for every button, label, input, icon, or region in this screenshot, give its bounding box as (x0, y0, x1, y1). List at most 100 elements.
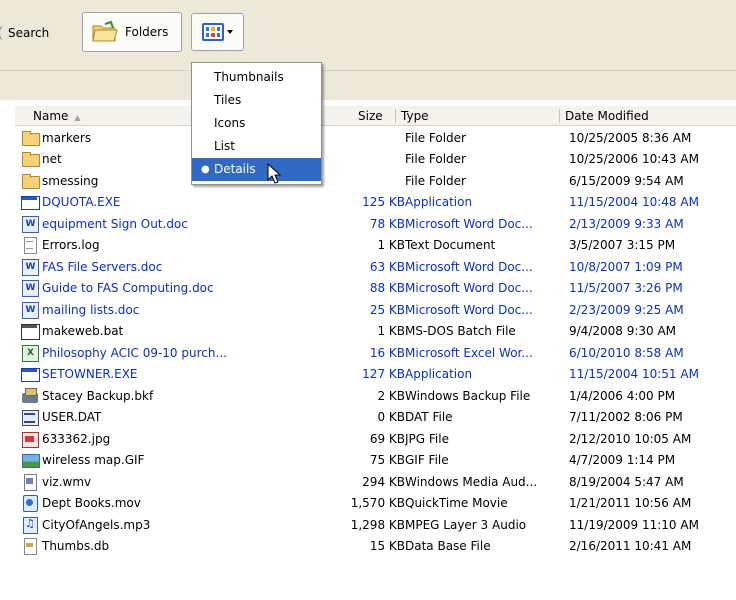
file-date-modified: 3/5/2007 3:15 PM (569, 238, 676, 253)
column-type[interactable]: Type (395, 106, 559, 126)
search-label: Search (8, 26, 50, 40)
file-name-cell: makeweb.bat (21, 323, 124, 341)
file-name: Errors.log (42, 238, 100, 253)
file-type: Microsoft Word Doc... (405, 281, 533, 296)
file-list: markers File Folder 10/25/2005 8:36 AM net F… (15, 127, 736, 557)
file-date-modified: 10/25/2006 10:43 AM (569, 152, 699, 167)
file-type: Microsoft Word Doc... (405, 302, 533, 317)
batch-file-icon (21, 323, 40, 341)
file-name: Philosophy ACIC 09-10 purch... (42, 345, 227, 360)
column-size[interactable]: Size (358, 106, 383, 126)
file-row[interactable]: DQUOTA.EXE 125 KB Application 11/15/2004 10… (15, 192, 736, 214)
folders-button[interactable]: Folders (82, 12, 182, 52)
toolbar: Search Folders (0, 0, 736, 70)
views-menu-item-details[interactable]: ● Details (192, 158, 321, 181)
file-size: 127 KB (362, 367, 405, 382)
file-name: viz.wmv (42, 474, 92, 489)
file-size: 69 KB (369, 431, 405, 446)
file-size: 1 KB (377, 324, 405, 339)
file-row[interactable]: smessing File Folder 6/15/2009 9:54 AM (15, 170, 736, 192)
exe-icon (21, 194, 40, 211)
column-size-divider (395, 109, 396, 123)
file-name-cell: Dept Books.mov (21, 495, 141, 513)
file-row[interactable]: markers File Folder 10/25/2005 8:36 AM (15, 127, 736, 149)
file-name-cell: mailing lists.doc (21, 301, 139, 319)
sort-ascending-icon: ▲ (74, 113, 81, 122)
file-name-cell: USER.DAT (21, 409, 101, 427)
file-row[interactable]: Thumbs.db 15 KB Data Base File 2/16/2011 10… (15, 536, 736, 558)
folder-icon (21, 173, 40, 189)
file-row[interactable]: equipment Sign Out.doc 78 KBMicrosoft Wor… (15, 213, 736, 235)
file-date-modified: 2/23/2009 9:25 AM (569, 302, 684, 317)
file-row[interactable]: makeweb.bat 1 KB MS-DOS Batch File 9/4/2008… (15, 321, 736, 343)
file-name-cell: Errors.log (21, 237, 100, 255)
file-type: Data Base File (405, 539, 491, 554)
file-row[interactable]: Philosophy ACIC 09-10 purch... 16 KBMicro… (15, 342, 736, 364)
file-size: 1,298 KB (350, 517, 405, 532)
file-row[interactable]: Dept Books.mov 1,570 KB QuickTime Movie 1/2… (15, 493, 736, 515)
file-row[interactable]: mailing lists.doc 25 KBMicrosoft Word Doc… (15, 299, 736, 321)
jpg-icon (21, 431, 39, 448)
views-menu-item-thumbnails[interactable]: Thumbnails (192, 66, 321, 89)
file-date-modified: 7/11/2002 8:06 PM (569, 410, 683, 425)
file-name-cell: SETOWNER.EXE (21, 366, 138, 383)
file-date-modified: 6/10/2010 8:58 AM (569, 345, 684, 360)
views-menu-item-tiles[interactable]: Tiles (192, 89, 321, 112)
selected-bullet-icon: ● (201, 164, 210, 175)
views-button[interactable] (191, 13, 244, 51)
file-row[interactable]: Guide to FAS Computing.doc 88 KBMicrosoft… (15, 278, 736, 300)
word-doc-icon (21, 280, 39, 298)
search-button[interactable]: Search (0, 18, 49, 48)
file-name-cell: wireless map.GIF (21, 452, 144, 469)
file-row[interactable]: viz.wmv 294 KB Windows Media Aud... 8/19/20… (15, 471, 736, 493)
file-type: Windows Media Aud... (405, 474, 538, 489)
file-name-cell: 633362.jpg (21, 431, 110, 448)
file-row[interactable]: USER.DAT 0 KB DAT File 7/11/2002 8:06 PM (15, 407, 736, 429)
file-name: CityOfAngels.mp3 (42, 517, 151, 532)
exe-icon (21, 366, 40, 383)
file-row[interactable]: wireless map.GIF 75 KB GIF File 4/7/2009 1:… (15, 450, 736, 472)
chevron-down-icon (227, 30, 233, 34)
word-doc-icon (21, 258, 39, 276)
file-date-modified: 11/15/2004 10:51 AM (569, 367, 699, 382)
file-size: 75 KB (369, 453, 405, 468)
file-date-modified: 1/4/2006 4:00 PM (569, 388, 676, 403)
file-row[interactable]: 633362.jpg 69 KB JPG File 2/12/2010 10:05 A… (15, 428, 736, 450)
column-date-modified[interactable]: Date Modified (559, 106, 736, 126)
file-row[interactable]: FAS File Servers.doc 63 KBMicrosoft Word … (15, 256, 736, 278)
quicktime-icon (21, 495, 39, 513)
file-type: MS-DOS Batch File (405, 324, 516, 339)
file-name-cell: Philosophy ACIC 09-10 purch... (21, 344, 227, 362)
views-menu-item-icons[interactable]: Icons (192, 112, 321, 135)
file-row[interactable]: CityOfAngels.mp3 1,298 KBMPEG Layer 3 Aud… (15, 514, 736, 536)
file-name: smessing (42, 173, 99, 188)
file-name: markers (42, 130, 92, 145)
file-name: equipment Sign Out.doc (42, 216, 188, 231)
file-type: File Folder (405, 130, 466, 145)
file-name: FAS File Servers.doc (42, 259, 163, 274)
wmv-icon (21, 473, 39, 491)
file-type: Application (405, 367, 473, 382)
file-type: File Folder (405, 173, 466, 188)
file-size: 78 KB (369, 216, 405, 231)
file-type: Windows Backup File (405, 388, 531, 403)
file-date-modified: 4/7/2009 1:14 PM (569, 453, 676, 468)
file-name: makeweb.bat (42, 324, 124, 339)
file-row[interactable]: SETOWNER.EXE 127 KB Application 11/15/2004 … (15, 364, 736, 386)
file-name: Stacey Backup.bkf (42, 388, 154, 403)
file-row[interactable]: net File Folder 10/25/2006 10:43 AM (15, 149, 736, 171)
file-date-modified: 8/19/2004 5:47 AM (569, 474, 684, 489)
file-type: DAT File (405, 410, 453, 425)
folders-icon (91, 20, 119, 43)
file-type: Microsoft Excel Wor... (405, 345, 533, 360)
file-row[interactable]: Stacey Backup.bkf 2 KB Windows Backup File… (15, 385, 736, 407)
file-type: File Folder (405, 152, 466, 167)
file-size: 125 KB (362, 195, 405, 210)
file-name-cell: CityOfAngels.mp3 (21, 516, 151, 534)
mp3-icon (21, 516, 39, 534)
file-name-cell: smessing (21, 173, 98, 189)
gif-icon (21, 452, 40, 469)
file-type: JPG File (405, 431, 449, 446)
views-menu-item-list[interactable]: List (192, 135, 321, 158)
file-row[interactable]: Errors.log 1 KB Text Document 3/5/2007 3:15… (15, 235, 736, 257)
